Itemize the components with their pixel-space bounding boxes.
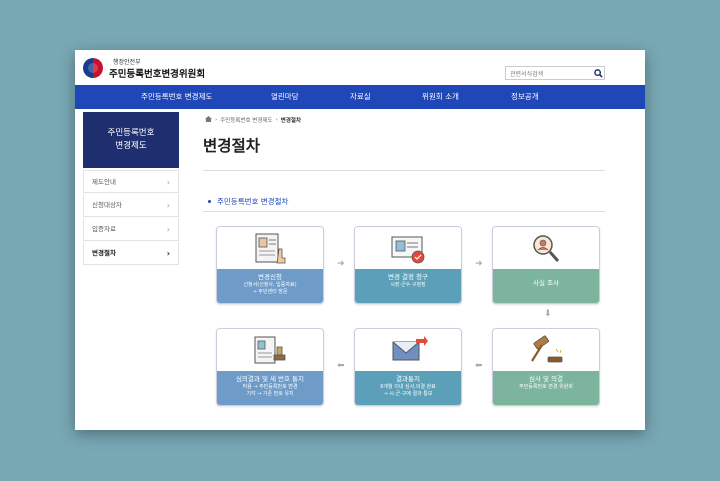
breadcrumb-item[interactable]: 주민등록번호 변경제도 (220, 116, 272, 124)
step-card-apply: 변경신청 신청서(신청사, 입증자료) → 주민센터 방문 (216, 226, 324, 304)
arrow-left-icon: ⬅ (475, 361, 483, 371)
step-desc: → 주민센터 방문 (252, 289, 288, 295)
step-card-notification: 심의결과 및 새 번호 통지 허용 → 주민등록번호 변경 기각 → 기존 번호… (216, 328, 324, 406)
step-name: 심사 및 의결 (528, 375, 564, 383)
section-title: 주민등록번호 변경절차 (217, 197, 289, 206)
step-desc: 신청서(신청사, 입증자료) (243, 282, 297, 288)
nav-item-open-forum[interactable]: 열린마당 (271, 85, 299, 109)
step-name: 결과통지 (396, 375, 420, 383)
sidebar-item-procedure[interactable]: 변경절차 › (83, 242, 179, 265)
envelope-icon (392, 336, 428, 361)
step-band: 결과통지 6개월 이내 심사,의결 완료 → 시·군·구에 결과 통보 (355, 371, 461, 405)
step-card-request: 변경 결정 청구 시장·군수·구청장 (354, 226, 462, 304)
step-card-review: 심사 및 의결 주민등록번호 변경 위원회 (492, 328, 600, 406)
chevron-right-icon: › (166, 201, 170, 210)
sidebar-item-label: 제도안내 (92, 178, 116, 186)
breadcrumb-current: 변경절차 (280, 118, 302, 124)
breadcrumb: › 주민등록번호 변경제도 › 변경절차 (205, 116, 301, 124)
step-band: 심사 및 의결 주민등록번호 변경 위원회 (493, 371, 599, 405)
arrow-down-icon: ⬇ (544, 309, 552, 319)
breadcrumb-separator-icon: › (275, 117, 278, 123)
step-card-investigation: 사실 조사 (492, 226, 600, 304)
search-icon[interactable] (592, 67, 604, 79)
step-desc: 시장·군수·구청장 (390, 282, 426, 288)
arrow-right-icon: ➜ (337, 259, 345, 269)
government-emblem-icon[interactable] (83, 58, 103, 78)
nav-item-change-system[interactable]: 주민등록번호 변경제도 (141, 85, 212, 109)
id-card-icon (391, 236, 425, 264)
section-divider (203, 211, 605, 212)
arrow-left-icon: ⬅ (337, 361, 345, 371)
step-band: 변경 결정 청구 시장·군수·구청장 (355, 269, 461, 303)
sidebar-item-label: 입증자료 (92, 225, 116, 233)
step-name: 변경 결정 청구 (387, 273, 428, 281)
nav-item-committee[interactable]: 위원회 소개 (422, 85, 459, 109)
sidebar-item-label: 신청대상자 (92, 201, 122, 209)
chevron-right-icon: › (166, 225, 170, 234)
step-desc: 허용 → 주민등록번호 변경 (242, 384, 298, 390)
sidebar-item-evidence[interactable]: 입증자료 › (83, 218, 179, 241)
sidebar-item-eligible[interactable]: 신청대상자 › (83, 194, 179, 217)
step-band: 심의결과 및 새 번호 통지 허용 → 주민등록번호 변경 기각 → 기존 번호… (217, 371, 323, 405)
main-navigation: 주민등록번호 변경제도 열린마당 자료실 위원회 소개 정보공개 (75, 85, 645, 109)
chevron-right-icon: › (166, 249, 170, 258)
browser-page: 행정안전부 주민등록번호변경위원회 관련서식검색 주민등록번호 변경제도 열린마… (75, 50, 645, 430)
step-name: 사실 조사 (533, 279, 559, 287)
step-name: 심의결과 및 새 번호 통지 (235, 375, 305, 383)
gavel-icon (531, 335, 563, 363)
step-desc: → 시·군·구에 결과 통보 (383, 391, 433, 397)
title-divider (203, 170, 605, 171)
nav-item-info-disclosure[interactable]: 정보공개 (511, 85, 539, 109)
ministry-name: 행정안전부 (113, 59, 141, 66)
page-title: 변경절차 (203, 137, 261, 155)
home-icon[interactable] (205, 116, 212, 124)
step-card-result: 결과통지 6개월 이내 심사,의결 완료 → 시·군·구에 결과 통보 (354, 328, 462, 406)
site-logo-text[interactable]: 주민등록번호변경위원회 (109, 66, 205, 80)
site-header: 행정안전부 주민등록번호변경위원회 관련서식검색 (75, 50, 645, 84)
magnifier-icon (533, 235, 560, 262)
search-box[interactable]: 관련서식검색 (505, 66, 605, 80)
sidebar-title-line2: 변경제도 (115, 141, 147, 151)
nav-item-archive[interactable]: 자료실 (350, 85, 371, 109)
sidebar-title: 주민등록번호 변경제도 (83, 112, 179, 168)
sidebar-item-overview[interactable]: 제도안내 › (83, 170, 179, 193)
step-band: 사실 조사 (493, 269, 599, 303)
arrow-right-icon: ➜ (475, 259, 483, 269)
document-stamp-icon (254, 336, 286, 364)
step-desc: 기각 → 기존 번호 유지 (246, 391, 294, 397)
application-form-icon (255, 233, 286, 264)
sidebar-title-line1: 주민등록번호 (107, 128, 155, 138)
breadcrumb-separator-icon: › (215, 117, 218, 123)
step-desc: 6개월 이내 심사,의결 완료 (380, 384, 436, 390)
step-band: 변경신청 신청서(신청사, 입증자료) → 주민센터 방문 (217, 269, 323, 303)
search-input[interactable]: 관련서식검색 (506, 69, 592, 78)
step-desc: 주민등록번호 변경 위원회 (519, 384, 573, 390)
step-name: 변경신청 (258, 273, 282, 281)
chevron-right-icon: › (166, 178, 170, 187)
sidebar-item-label: 변경절차 (92, 249, 116, 257)
